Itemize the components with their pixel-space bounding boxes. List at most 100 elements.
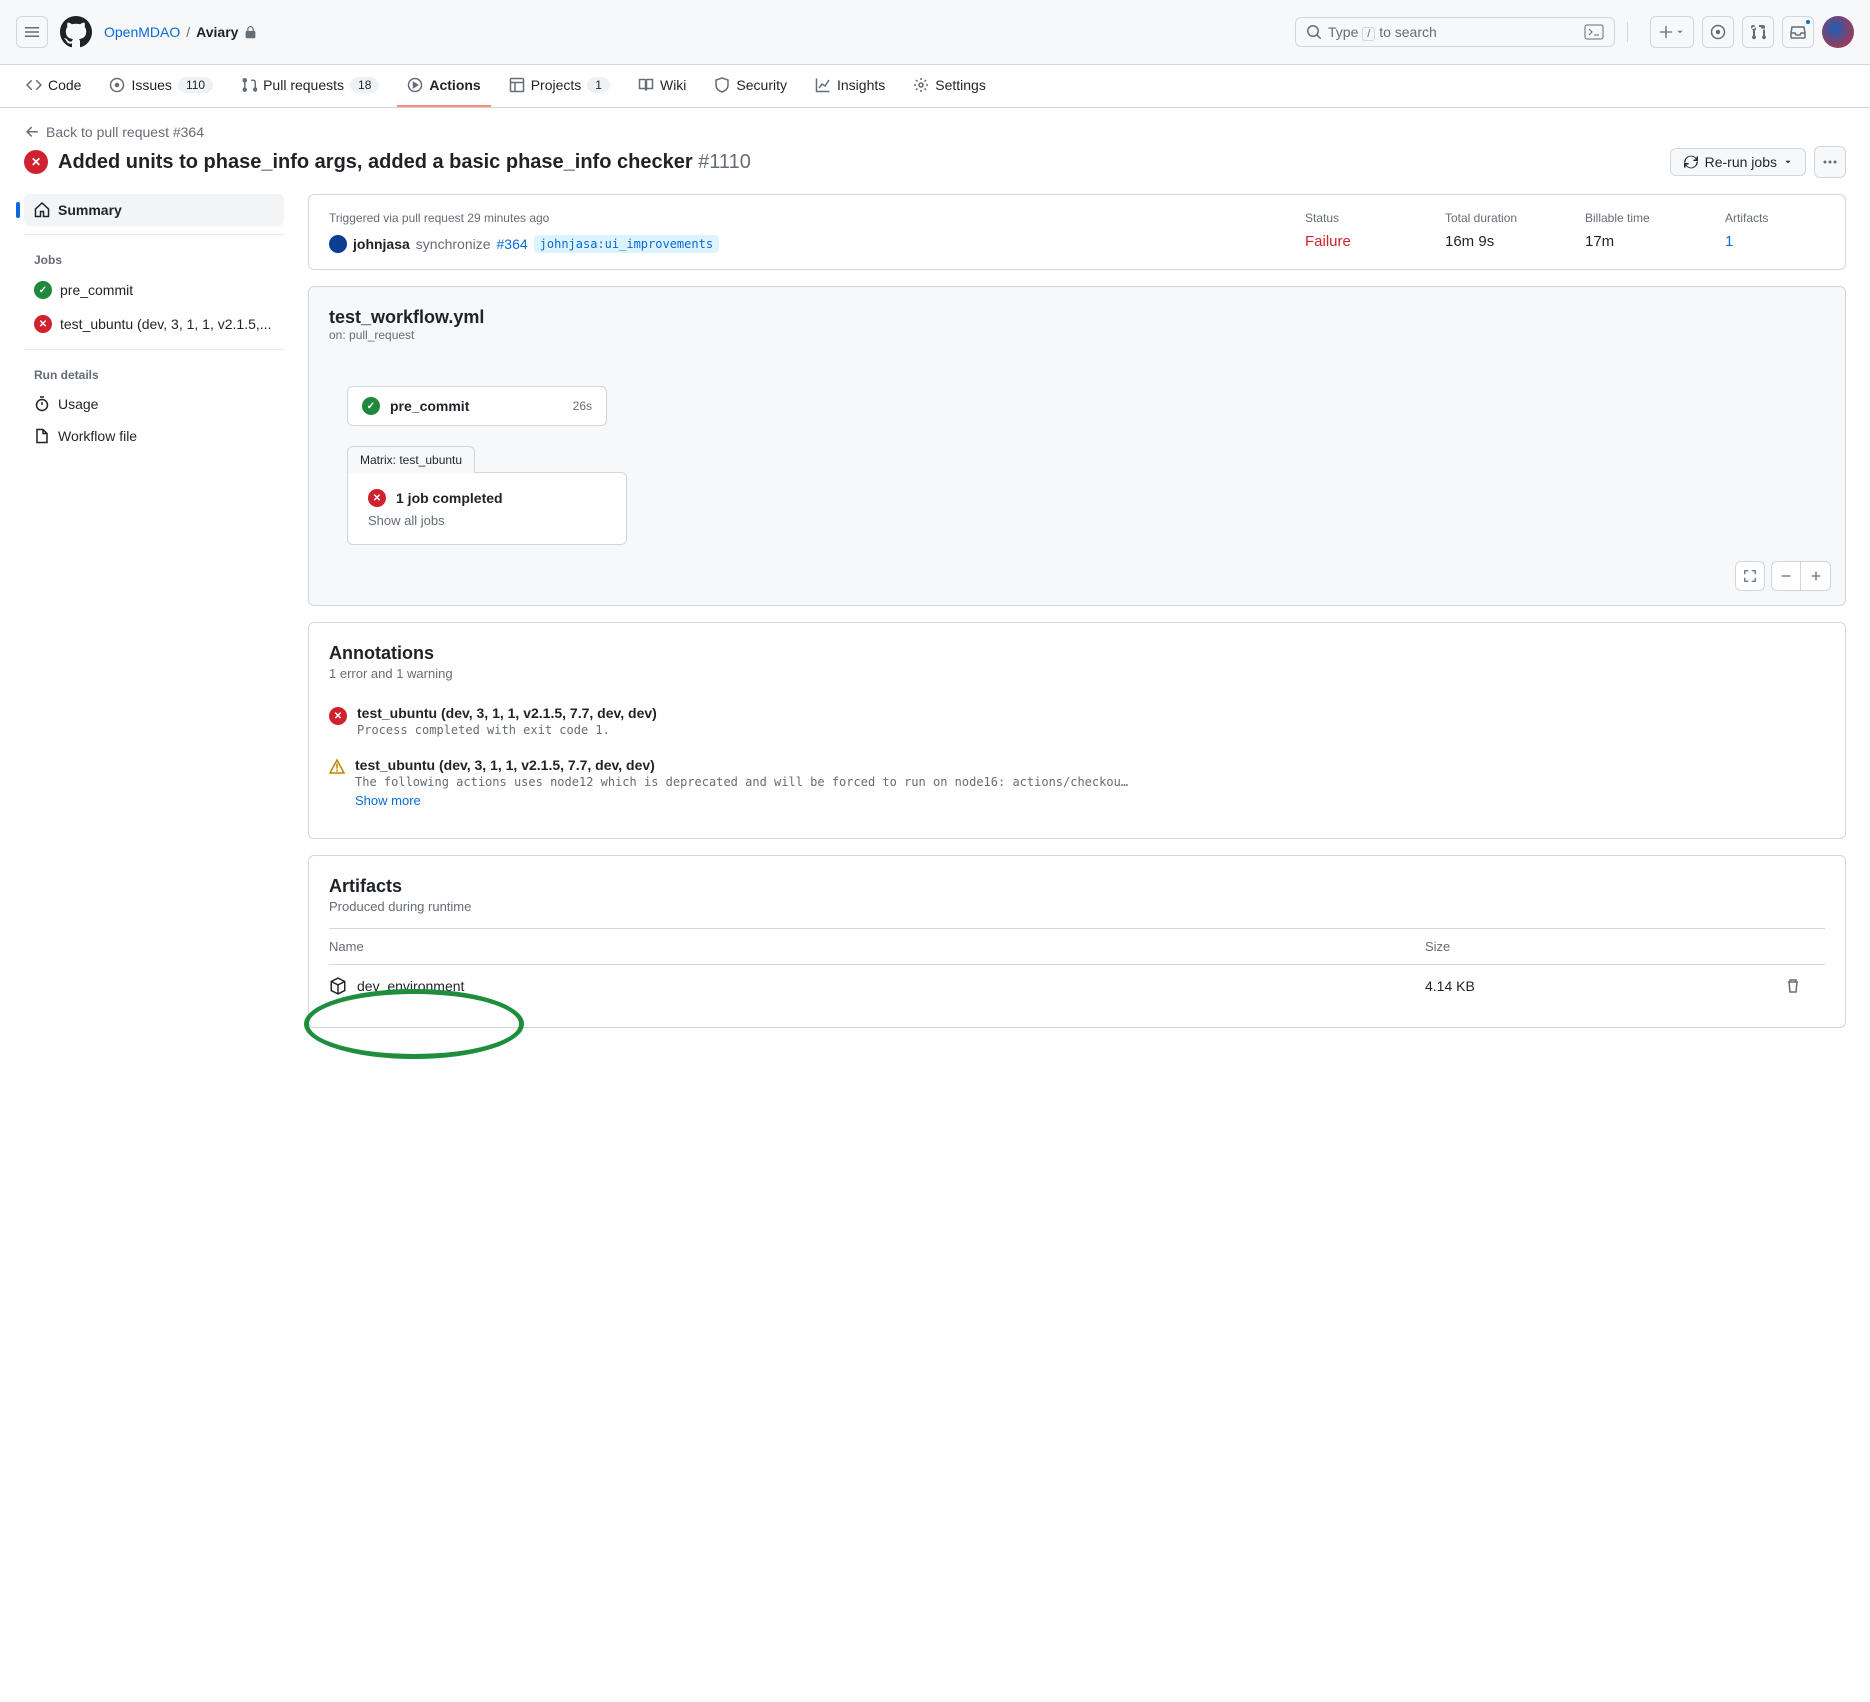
hamburger-icon bbox=[24, 24, 40, 40]
tab-wiki[interactable]: Wiki bbox=[628, 65, 696, 107]
workflow-subtitle: on: pull_request bbox=[329, 328, 1825, 342]
play-icon bbox=[407, 77, 423, 93]
x-icon: ✕ bbox=[34, 315, 52, 333]
home-icon bbox=[34, 202, 50, 218]
annotation-error[interactable]: ✕ test_ubuntu (dev, 3, 1, 1, v2.1.5, 7.7… bbox=[329, 695, 1825, 747]
project-icon bbox=[509, 77, 525, 93]
artifacts-subtitle: Produced during runtime bbox=[329, 899, 1825, 914]
artifact-row[interactable]: dev_environment 4.14 KB bbox=[329, 964, 1825, 1007]
issues-shortcut-button[interactable] bbox=[1702, 16, 1734, 48]
sidebar: Summary Jobs ✓ pre_commit ✕ test_ubuntu … bbox=[24, 194, 284, 1028]
file-icon bbox=[34, 428, 50, 444]
annotations-title: Annotations bbox=[329, 643, 1825, 664]
check-icon: ✓ bbox=[34, 281, 52, 299]
artifacts-table-header: Name Size bbox=[329, 929, 1825, 964]
divider bbox=[1627, 22, 1628, 42]
menu-button[interactable] bbox=[16, 16, 48, 48]
workflow-title[interactable]: test_workflow.yml bbox=[329, 307, 1825, 328]
tab-actions[interactable]: Actions bbox=[397, 65, 490, 107]
annotation-warning[interactable]: test_ubuntu (dev, 3, 1, 1, v2.1.5, 7.7, … bbox=[329, 747, 1825, 818]
shield-icon bbox=[714, 77, 730, 93]
breadcrumb: OpenMDAO / Aviary bbox=[104, 24, 257, 40]
tab-security[interactable]: Security bbox=[704, 65, 797, 107]
header-actions bbox=[1650, 16, 1854, 48]
add-menu-button[interactable] bbox=[1650, 16, 1694, 48]
arrow-left-icon bbox=[24, 124, 40, 140]
breadcrumb-repo[interactable]: Aviary bbox=[196, 24, 238, 40]
user-avatar[interactable] bbox=[1822, 16, 1854, 48]
rerun-button[interactable]: Re-run jobs bbox=[1670, 148, 1806, 176]
tab-insights[interactable]: Insights bbox=[805, 65, 895, 107]
sidebar-job-precommit[interactable]: ✓ pre_commit bbox=[24, 273, 284, 307]
fullscreen-icon bbox=[1743, 569, 1757, 583]
sidebar-details-heading: Run details bbox=[24, 358, 284, 388]
lock-icon bbox=[244, 26, 257, 39]
back-link[interactable]: Back to pull request #364 bbox=[24, 124, 1846, 140]
zoom-out-button[interactable] bbox=[1771, 561, 1801, 591]
duration-value[interactable]: 16m 9s bbox=[1445, 233, 1545, 250]
matrix-tab[interactable]: Matrix: test_ubuntu bbox=[347, 446, 475, 473]
zoom-in-button[interactable] bbox=[1801, 561, 1831, 591]
workflow-graph: test_workflow.yml on: pull_request ✓ pre… bbox=[308, 286, 1846, 606]
sidebar-job-testubuntu[interactable]: ✕ test_ubuntu (dev, 3, 1, 1, v2.1.5,... bbox=[24, 307, 284, 341]
search-icon bbox=[1306, 24, 1322, 40]
fullscreen-button[interactable] bbox=[1735, 561, 1765, 591]
pull-request-icon bbox=[241, 77, 257, 93]
tab-code[interactable]: Code bbox=[16, 65, 91, 107]
inbox-icon bbox=[1790, 24, 1806, 40]
tab-projects[interactable]: Projects1 bbox=[499, 65, 620, 107]
kebab-icon bbox=[1822, 154, 1838, 170]
billable-value: 17m bbox=[1585, 233, 1685, 250]
actor-name[interactable]: johnjasa bbox=[353, 236, 410, 252]
github-logo[interactable] bbox=[60, 16, 92, 48]
matrix-show-all[interactable]: Show all jobs bbox=[368, 513, 606, 528]
dot-circle-icon bbox=[1710, 24, 1726, 40]
caret-down-icon bbox=[1783, 157, 1793, 167]
plus-icon bbox=[1809, 569, 1823, 583]
actor-avatar[interactable] bbox=[329, 235, 347, 253]
x-icon: ✕ bbox=[368, 489, 386, 507]
pulls-shortcut-button[interactable] bbox=[1742, 16, 1774, 48]
job-card-precommit[interactable]: ✓ pre_commit 26s bbox=[347, 386, 607, 426]
trigger-action: synchronize bbox=[416, 236, 491, 252]
notification-dot bbox=[1804, 18, 1812, 26]
global-header: OpenMDAO / Aviary Type / to search bbox=[0, 0, 1870, 65]
show-more-link[interactable]: Show more bbox=[355, 793, 1135, 808]
pull-icon bbox=[1750, 24, 1766, 40]
trash-icon[interactable] bbox=[1785, 978, 1801, 994]
tab-settings[interactable]: Settings bbox=[903, 65, 996, 107]
summary-box: Triggered via pull request 29 minutes ag… bbox=[308, 194, 1846, 270]
artifacts-value[interactable]: 1 bbox=[1725, 233, 1825, 250]
artifact-size: 4.14 KB bbox=[1425, 978, 1785, 994]
gear-icon bbox=[913, 77, 929, 93]
breadcrumb-separator: / bbox=[186, 24, 190, 40]
caret-down-icon bbox=[1675, 27, 1685, 37]
matrix-card[interactable]: ✕ 1 job completed Show all jobs bbox=[347, 472, 627, 545]
annotations-subtitle: 1 error and 1 warning bbox=[329, 666, 1825, 681]
tab-pulls[interactable]: Pull requests18 bbox=[231, 65, 389, 107]
graph-icon bbox=[815, 77, 831, 93]
check-icon: ✓ bbox=[362, 397, 380, 415]
sidebar-summary[interactable]: Summary bbox=[24, 194, 284, 226]
branch-label[interactable]: johnjasa:ui_improvements bbox=[534, 235, 719, 253]
sync-icon bbox=[1683, 154, 1699, 170]
sidebar-jobs-heading: Jobs bbox=[24, 243, 284, 273]
sidebar-usage[interactable]: Usage bbox=[24, 388, 284, 420]
stopwatch-icon bbox=[34, 396, 50, 412]
artifact-name: dev_environment bbox=[357, 978, 464, 994]
search-input[interactable]: Type / to search bbox=[1295, 17, 1615, 47]
code-icon bbox=[26, 77, 42, 93]
page-title: Added units to phase_info args, added a … bbox=[58, 151, 751, 174]
package-icon bbox=[329, 977, 347, 995]
annotations-box: Annotations 1 error and 1 warning ✕ test… bbox=[308, 622, 1846, 839]
more-button[interactable] bbox=[1814, 146, 1846, 178]
minus-icon bbox=[1779, 569, 1793, 583]
status-fail-icon: ✕ bbox=[24, 150, 48, 174]
breadcrumb-owner[interactable]: OpenMDAO bbox=[104, 24, 180, 40]
trigger-pr-link[interactable]: #364 bbox=[497, 236, 528, 252]
error-icon: ✕ bbox=[329, 707, 347, 725]
plus-icon bbox=[1659, 25, 1673, 39]
sidebar-workflow-file[interactable]: Workflow file bbox=[24, 420, 284, 452]
tab-issues[interactable]: Issues110 bbox=[99, 65, 223, 107]
artifacts-box: Artifacts Produced during runtime Name S… bbox=[308, 855, 1846, 1028]
